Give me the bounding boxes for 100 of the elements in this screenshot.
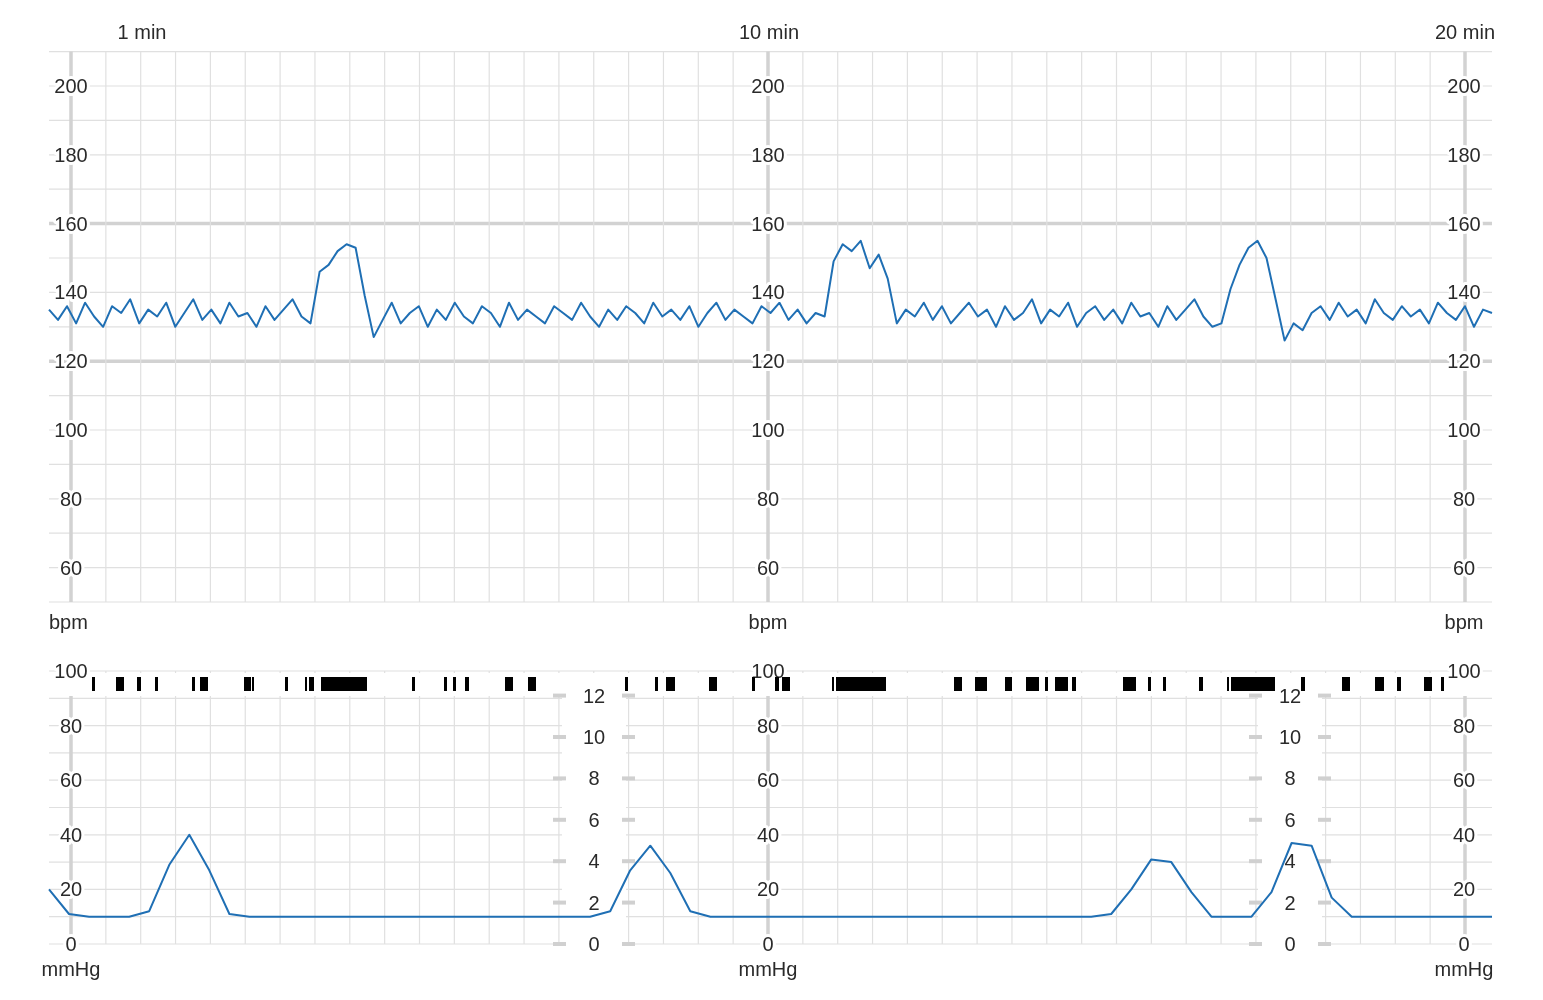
movement-mark	[782, 677, 790, 691]
axis-tick-label: 80	[756, 487, 780, 510]
movement-mark	[954, 677, 962, 691]
axis-tick-label: 2	[1284, 891, 1296, 914]
axis-tick-label: 200	[1447, 75, 1481, 97]
axis-tick-label: 6	[588, 808, 600, 831]
axis-tick-label: 8	[1284, 767, 1296, 790]
axis-tick-label: 40	[756, 823, 780, 846]
movement-mark	[444, 677, 447, 691]
movement-mark	[453, 677, 456, 691]
movement-mark	[1231, 677, 1275, 691]
movement-mark	[836, 677, 886, 691]
movement-mark	[321, 677, 367, 691]
movement-mark	[137, 677, 141, 691]
movement-mark	[655, 677, 658, 691]
axis-tick-label: 100	[54, 419, 88, 441]
unit-label: bpm	[748, 611, 788, 633]
axis-tick-label: 0	[1284, 933, 1296, 955]
axis-tick-label: 0	[1458, 933, 1470, 955]
axis-tick-label: 100	[751, 419, 785, 441]
movement-mark	[305, 677, 307, 691]
movement-mark	[1424, 677, 1432, 691]
axis-tick-label: 20	[1452, 878, 1476, 901]
axis-tick-label: 12	[582, 684, 606, 707]
axis-tick-label: 120	[751, 350, 785, 373]
axis-tick-label: 100	[1447, 419, 1481, 441]
axis-tick-label: 200	[54, 75, 88, 97]
unit-label: mmHg	[738, 958, 798, 980]
movement-mark	[1005, 677, 1012, 691]
movement-mark	[155, 677, 158, 691]
movement-mark	[1045, 677, 1048, 691]
movement-mark	[752, 677, 755, 691]
axis-tick-label: 20	[756, 878, 780, 901]
axis-tick-label: 2	[588, 891, 600, 914]
axis-tick-label: 60	[59, 769, 83, 792]
axis-tick-label: 80	[59, 487, 83, 510]
axis-tick-label: 100	[1447, 660, 1481, 682]
movement-mark	[1227, 677, 1229, 691]
axis-tick-label: 140	[751, 281, 785, 304]
axis-tick-label: 180	[54, 143, 88, 166]
axis-tick-label: 100	[54, 660, 88, 682]
movement-mark	[1342, 677, 1350, 691]
axis-tick-label: 140	[1447, 281, 1481, 304]
time-label: 20 min	[1434, 21, 1495, 43]
unit-label: bpm	[1444, 611, 1484, 633]
movement-mark	[465, 677, 469, 691]
axis-tick-label: 20	[59, 878, 83, 901]
axis-tick-label: 8	[588, 767, 600, 790]
movement-mark	[1375, 677, 1384, 691]
axis-tick-label: 80	[1452, 487, 1476, 510]
movement-mark	[1199, 677, 1203, 691]
movement-mark	[200, 677, 208, 691]
movement-mark	[1123, 677, 1136, 691]
movement-mark	[1026, 677, 1039, 691]
axis-tick-label: 180	[751, 143, 785, 166]
unit-label: bpm	[49, 611, 88, 633]
movement-mark	[192, 677, 195, 691]
axis-tick-label: 160	[751, 212, 785, 235]
movement-mark	[412, 677, 415, 691]
axis-tick-label: 12	[1278, 684, 1302, 707]
movement-mark	[832, 677, 834, 691]
movement-mark	[709, 677, 717, 691]
movement-mark	[309, 677, 314, 691]
axis-tick-label: 60	[1452, 769, 1476, 792]
movement-mark	[116, 677, 124, 691]
axis-tick-label: 120	[1447, 350, 1481, 373]
movement-mark	[285, 677, 288, 691]
movement-mark	[1055, 677, 1068, 691]
axis-tick-label: 4	[1284, 850, 1296, 873]
unit-label: mmHg	[1434, 958, 1494, 980]
axis-tick-label: 0	[588, 933, 600, 955]
movement-mark	[528, 677, 536, 691]
axis-tick-label: 4	[588, 850, 600, 873]
axis-tick-label: 6	[1284, 808, 1296, 831]
movement-mark	[1148, 677, 1151, 691]
movement-mark	[625, 677, 628, 691]
movement-mark	[92, 677, 95, 691]
axis-tick-label: 80	[756, 714, 780, 737]
axis-tick-label: 0	[762, 933, 774, 955]
axis-tick-label: 140	[54, 281, 88, 304]
movement-mark	[666, 677, 675, 691]
axis-tick-label: 60	[59, 556, 83, 579]
unit-label: mmHg	[41, 958, 101, 980]
axis-tick-label: 180	[1447, 143, 1481, 166]
axis-tick-label: 60	[756, 556, 780, 579]
axis-tick-label: 80	[1452, 714, 1476, 737]
movement-mark	[1441, 677, 1444, 691]
time-label: 10 min	[739, 21, 799, 43]
movement-mark	[1301, 677, 1305, 691]
movement-mark	[1397, 677, 1401, 691]
axis-tick-label: 40	[1452, 823, 1476, 846]
movement-mark	[975, 677, 987, 691]
axis-tick-label: 120	[54, 350, 88, 373]
axis-tick-label: 0	[65, 933, 77, 955]
axis-tick-label: 160	[1447, 212, 1481, 235]
time-label: 1 min	[117, 21, 167, 43]
axis-tick-label: 200	[751, 75, 785, 97]
axis-tick-label: 160	[54, 212, 88, 235]
movement-mark	[775, 677, 779, 691]
axis-tick-label: 60	[756, 769, 780, 792]
